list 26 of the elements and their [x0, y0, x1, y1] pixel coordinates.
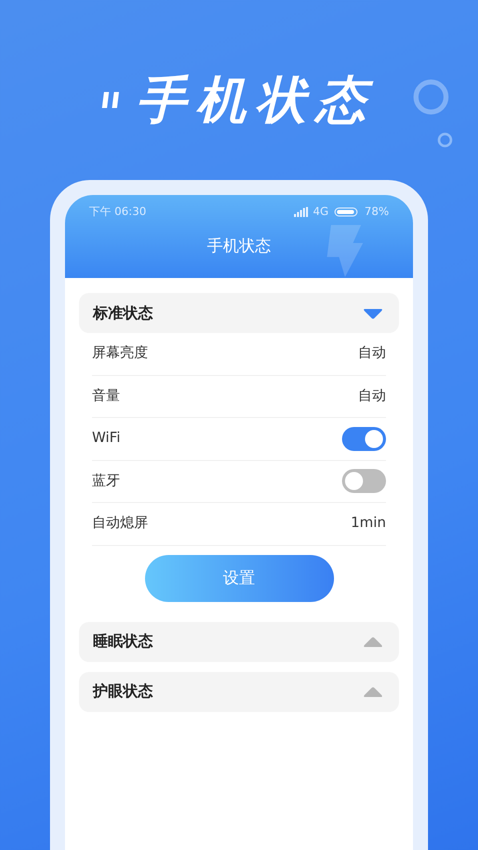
caret-up-icon[interactable] [363, 686, 383, 698]
caret-down-icon[interactable] [363, 306, 383, 320]
setting-value: 自动 [358, 386, 386, 406]
caret-up-icon[interactable] [363, 636, 383, 648]
headline: 手机状态 [136, 75, 376, 125]
battery-icon [334, 207, 360, 218]
ring-icon [412, 78, 450, 116]
section-header[interactable]: 标准状态 [79, 293, 399, 333]
section-header[interactable]: 睡眠状态 [79, 622, 399, 662]
setting-label: WiFi [92, 429, 120, 448]
setting-label: 音量 [92, 386, 120, 406]
status-time: 下午 06:30 [89, 204, 146, 220]
signal-icon [294, 207, 308, 218]
ring-icon [436, 131, 454, 149]
network-type: 4G [313, 204, 329, 220]
screen-title: 手机状态 [207, 234, 271, 256]
setting-label: 自动熄屏 [92, 514, 148, 534]
battery-level: 78% [364, 204, 389, 220]
setting-value: 自动 [358, 344, 386, 364]
setting-value: 1min [350, 514, 386, 534]
setting-label: 屏幕亮度 [92, 344, 148, 364]
toggle-switch[interactable] [342, 426, 386, 451]
quote-icon [102, 92, 122, 108]
toggle-switch[interactable] [342, 469, 386, 494]
section-header[interactable]: 护眼状态 [79, 672, 399, 712]
setting-label: 蓝牙 [92, 472, 120, 491]
